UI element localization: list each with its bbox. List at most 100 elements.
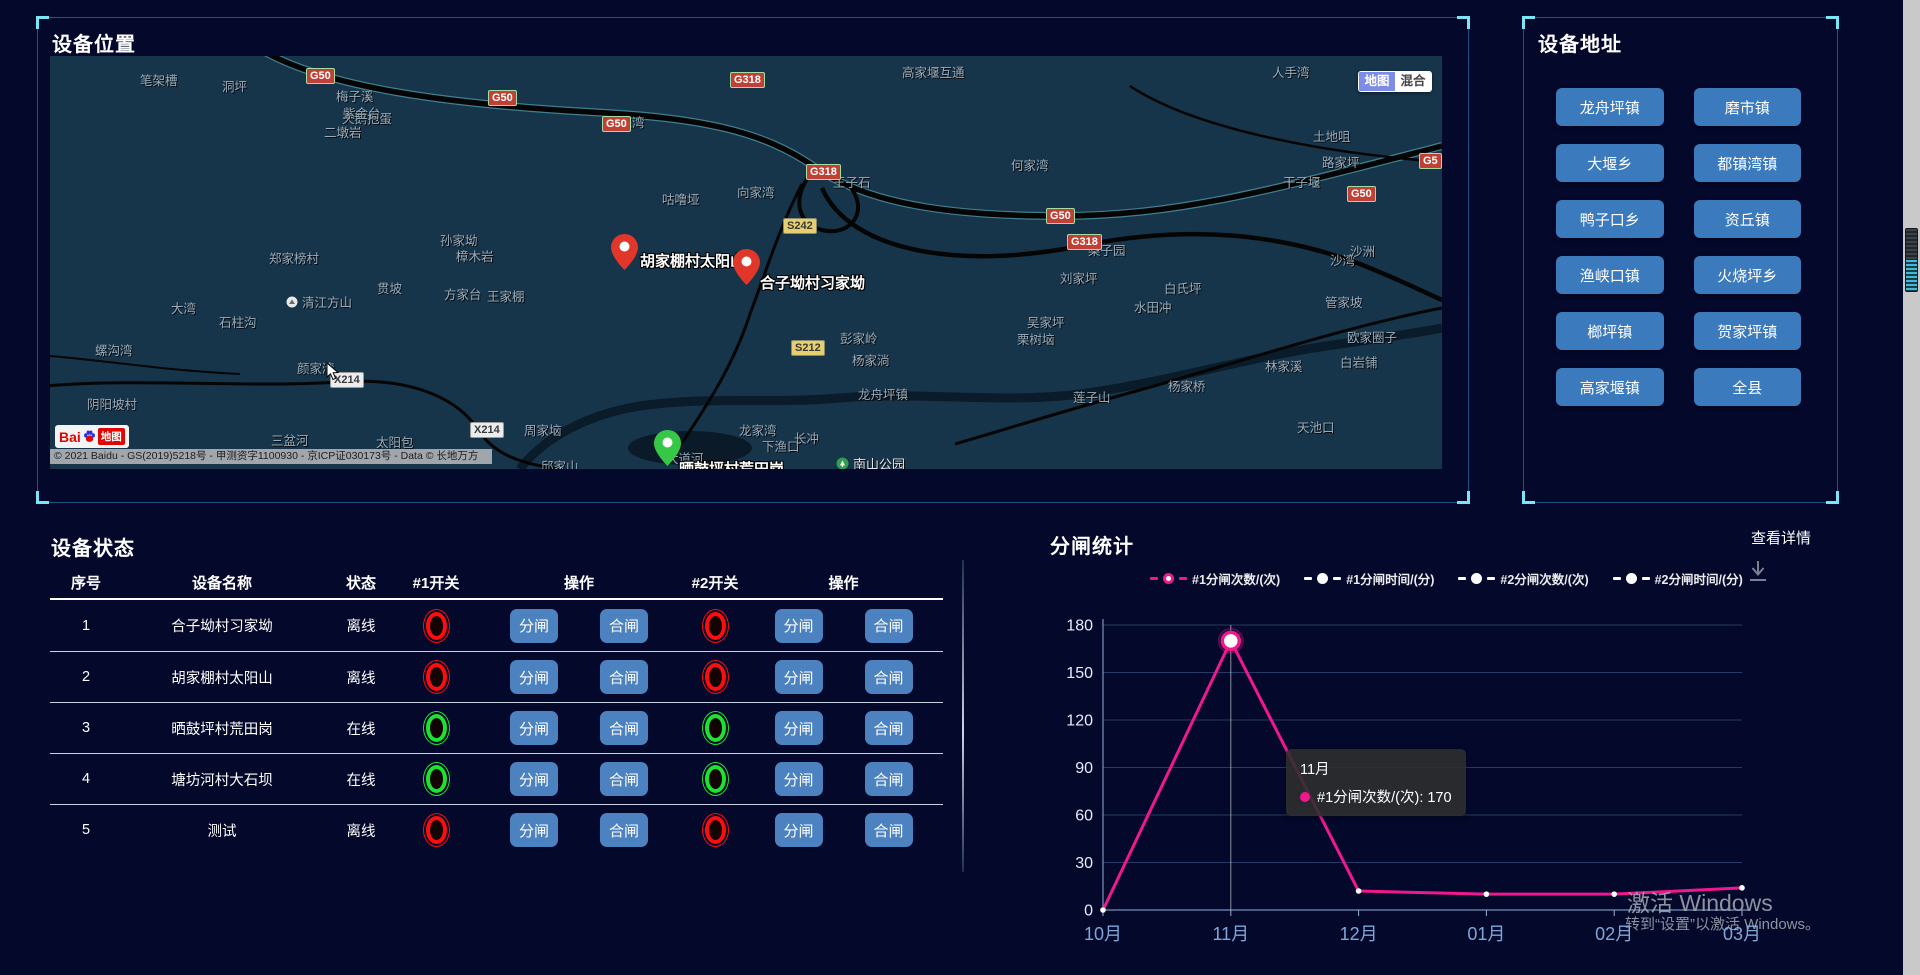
map-town-label: 方家台 [444,284,482,303]
map-town-label: 向家湾 [737,182,775,201]
map-town-label: 王家棚 [487,286,525,305]
scenic-icon [286,296,298,308]
map-town-label: 刘家坪 [1060,268,1098,287]
map-town-label: 栗树垴 [1017,329,1055,348]
baidu-logo: Bai 地图 [55,425,129,448]
switch2-status-indicator [705,663,726,691]
map-town-label: 林家溪 [1265,356,1303,375]
address-button-1[interactable]: 磨市镇 [1694,88,1802,126]
switch2-close-button[interactable]: 合闸 [865,660,913,694]
address-button-2[interactable]: 大堰乡 [1556,144,1664,182]
device-marker-pin[interactable] [654,430,681,466]
park-icon [836,457,849,469]
address-button-10[interactable]: 高家堰镇 [1556,368,1664,406]
switch1-close-button[interactable]: 合闸 [600,609,648,643]
row-number: 4 [50,771,122,787]
map-toggle-map[interactable]: 地图 [1359,72,1395,91]
svg-text:0: 0 [1084,903,1093,920]
switch1-close-button[interactable]: 合闸 [600,813,648,847]
map-town-label: 白岩铺 [1340,352,1378,371]
switch1-status-indicator [426,816,447,844]
table-row: 4 塘坊河村大石坝 在线 分闸 合闸 分闸 合闸 [50,753,943,804]
switch2-open-button[interactable]: 分闸 [775,660,823,694]
column-header: 状态 [322,572,400,593]
address-button-9[interactable]: 贺家坪镇 [1694,312,1802,350]
road-badge-g50: G50 [488,90,517,106]
corner-bracket [1522,491,1535,504]
chart-tooltip: 11月 #1分闸次数/(次): 170 [1286,749,1466,816]
corner-bracket [1826,16,1839,29]
device-status: 离线 [322,615,400,636]
device-marker-pin[interactable] [733,249,760,285]
road-badge-g50: G50 [1046,208,1075,224]
switch2-open-button[interactable]: 分闸 [775,762,823,796]
address-button-5[interactable]: 资丘镇 [1694,200,1802,238]
road-badge-g50: G50 [1347,186,1376,202]
map-town-label: 周家垴 [524,420,562,439]
address-button-11[interactable]: 全县 [1694,368,1802,406]
page-scrollbar-thumb[interactable] [1905,228,1918,292]
address-button-0[interactable]: 龙舟坪镇 [1556,88,1664,126]
corner-bracket [36,16,49,29]
device-marker-pin[interactable] [611,234,638,270]
switch2-open-button[interactable]: 分闸 [775,609,823,643]
legend-item[interactable]: #2分闸次数/(次) [1458,569,1588,588]
switch1-open-button[interactable]: 分闸 [510,609,558,643]
device-location-panel: 设备位置 笔架槽洞坪天鹅抱蛋胡家湾高家堰互通梅子溪紫金台二墩岩人手湾土地咀路家坪… [37,17,1469,503]
corner-bracket [1457,491,1470,504]
row-number: 2 [50,669,122,685]
map-town-label: 咕噜垭 [662,189,700,208]
baidu-logo-tag: 地图 [98,428,125,445]
device-address-panel: 设备地址 龙舟坪镇磨市镇大堰乡都镇湾镇鸭子口乡资丘镇渔峡口镇火烧坪乡榔坪镇贺家坪… [1523,17,1838,503]
map-toggle-hybrid[interactable]: 混合 [1395,72,1431,91]
mouse-cursor [326,362,339,381]
switch1-close-button[interactable]: 合闸 [600,762,648,796]
table-scrollbar[interactable] [962,560,964,872]
row-number: 1 [50,618,122,634]
switch1-open-button[interactable]: 分闸 [510,711,558,745]
legend-item[interactable]: #1分闸时间/(分) [1304,569,1434,588]
column-header: 操作 [744,572,943,593]
switch1-status-indicator [426,714,447,742]
switch1-close-button[interactable]: 合闸 [600,711,648,745]
address-button-8[interactable]: 榔坪镇 [1556,312,1664,350]
address-button-4[interactable]: 鸭子口乡 [1556,200,1664,238]
switch2-open-button[interactable]: 分闸 [775,813,823,847]
switch2-close-button[interactable]: 合闸 [865,711,913,745]
address-button-grid: 龙舟坪镇磨市镇大堰乡都镇湾镇鸭子口乡资丘镇渔峡口镇火烧坪乡榔坪镇贺家坪镇高家堰镇… [1556,88,1801,406]
page-scrollbar-track[interactable] [1903,0,1920,975]
switch1-open-button[interactable]: 分闸 [510,813,558,847]
download-icon[interactable] [1748,559,1768,583]
address-button-3[interactable]: 都镇湾镇 [1694,144,1802,182]
legend-marker [1163,573,1174,584]
road-badge-g318: G318 [806,164,841,180]
map-town-label: 干子堰 [1283,172,1321,191]
legend-item[interactable]: #1分闸次数/(次) [1150,569,1280,588]
address-button-6[interactable]: 渔峡口镇 [1556,256,1664,294]
switch2-close-button[interactable]: 合闸 [865,609,913,643]
switch1-open-button[interactable]: 分闸 [510,762,558,796]
address-button-7[interactable]: 火烧坪乡 [1694,256,1802,294]
map-town-label: 孙家坳 [440,230,478,249]
svg-text:01月: 01月 [1467,924,1505,944]
view-details-link[interactable]: 查看详情 [1751,527,1811,548]
tooltip-value: #1分闸次数/(次): 170 [1317,786,1452,807]
switch2-close-button[interactable]: 合闸 [865,762,913,796]
table-header: 序号设备名称状态#1开关操作#2开关操作 [50,566,943,600]
device-name: 合子坳村习家坳 [122,615,322,636]
legend-item[interactable]: #2分闸时间/(分) [1613,569,1743,588]
road-badge-s212: S212 [791,340,825,356]
tooltip-series-dot [1300,792,1310,802]
switch2-close-button[interactable]: 合闸 [865,813,913,847]
map-town-label: 杨家桥 [1168,376,1206,395]
baidu-map[interactable]: 笔架槽洞坪天鹅抱蛋胡家湾高家堰互通梅子溪紫金台二墩岩人手湾土地咀路家坪干子堰沙湾… [50,56,1442,469]
scenic-spot-label: 清江方山 [286,292,352,311]
baidu-paw-icon [83,430,96,443]
switch1-open-button[interactable]: 分闸 [510,660,558,694]
switch2-open-button[interactable]: 分闸 [775,711,823,745]
device-name: 塘坊河村大石坝 [122,769,322,790]
road-badge-g50: G50 [306,68,335,84]
table-row: 2 胡家棚村太阳山 离线 分闸 合闸 分闸 合闸 [50,651,943,702]
map-town-label: 彭家岭 [840,328,878,347]
switch1-close-button[interactable]: 合闸 [600,660,648,694]
